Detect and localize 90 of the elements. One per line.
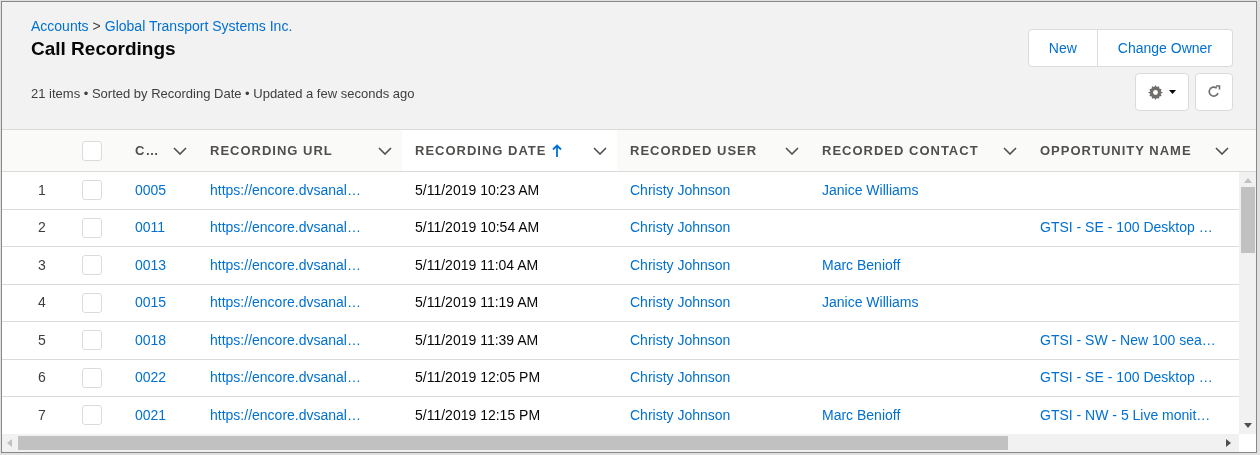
table-link[interactable]: Christy Johnson (630, 181, 731, 198)
table-cell: 5/11/2019 10:23 AM (415, 181, 540, 198)
sort-ascending-icon (552, 144, 563, 157)
table-link[interactable]: https://encore.dvsanal… (210, 331, 361, 348)
table-link[interactable]: Christy Johnson (630, 331, 731, 348)
row-number: 6 (37, 368, 47, 388)
scroll-left-icon[interactable] (7, 439, 12, 447)
table-link[interactable]: GTSI - SW - New 100 sea… (1040, 331, 1216, 348)
settings-menu-button[interactable] (1135, 73, 1189, 111)
table-link[interactable]: 0005 (135, 181, 167, 198)
chevron-down-icon[interactable] (173, 146, 187, 155)
breadcrumb-separator: > (92, 17, 101, 36)
table-link[interactable]: Christy Johnson (630, 219, 731, 236)
table-link[interactable]: Janice Williams (822, 294, 919, 311)
checkbox[interactable] (82, 330, 102, 351)
caret-icon (1169, 90, 1176, 94)
table-link[interactable]: Marc Benioff (822, 406, 901, 423)
table-link[interactable]: Christy Johnson (630, 369, 731, 386)
page-title: Call Recordings (31, 37, 177, 61)
column-header[interactable]: RECORDED USER (617, 130, 809, 171)
column-header[interactable]: C… (122, 130, 197, 171)
checkbox[interactable] (82, 255, 102, 276)
table-cell: 5/11/2019 10:54 AM (415, 219, 540, 236)
breadcrumb-link[interactable]: Accounts (31, 16, 89, 37)
table-link[interactable]: 0013 (135, 256, 167, 273)
row-number: 4 (37, 293, 47, 313)
row-number: 7 (37, 405, 47, 425)
table-link[interactable]: 0011 (135, 219, 166, 236)
scroll-down-icon[interactable] (1243, 423, 1252, 428)
table-link[interactable]: Janice Williams (822, 181, 919, 198)
table-link[interactable]: Christy Johnson (630, 294, 731, 311)
row-number: 3 (37, 255, 47, 275)
chevron-down-icon[interactable] (785, 146, 799, 155)
table-link[interactable]: https://encore.dvsanal… (210, 256, 361, 273)
vertical-scrollbar[interactable] (1239, 172, 1256, 434)
row-number: 2 (37, 218, 47, 238)
table-link[interactable]: GTSI - NW - 5 Live monit… (1040, 406, 1211, 423)
breadcrumb-link[interactable]: Global Transport Systems Inc. (104, 16, 293, 37)
table-cell: 5/11/2019 11:04 AM (415, 256, 539, 273)
column-header[interactable]: RECORDED CONTACT (809, 130, 1027, 171)
table-cell: 5/11/2019 12:15 PM (415, 406, 541, 423)
chevron-down-icon[interactable] (378, 146, 392, 155)
table-link[interactable]: https://encore.dvsanal… (210, 219, 361, 236)
table-link[interactable]: 0015 (135, 294, 167, 311)
row-number: 1 (37, 180, 47, 200)
action-button[interactable]: New (1027, 29, 1098, 67)
table-cell: 5/11/2019 12:05 PM (415, 369, 541, 386)
checkbox[interactable] (82, 292, 102, 313)
action-button[interactable]: Change Owner (1097, 29, 1233, 67)
column-label: RECORDED CONTACT (822, 141, 979, 160)
column-header[interactable]: RECORDING URL (197, 130, 402, 171)
table-link[interactable]: https://encore.dvsanal… (210, 406, 361, 423)
table-link[interactable]: Christy Johnson (630, 256, 731, 273)
horizontal-scrollbar[interactable] (2, 434, 1239, 452)
column-label: OPPORTUNITY NAME (1040, 141, 1192, 160)
scroll-right-icon[interactable] (1226, 439, 1231, 447)
table-link[interactable]: https://encore.dvsanal… (210, 294, 361, 311)
column-label: RECORDING DATE (415, 141, 547, 160)
chevron-down-icon[interactable] (1003, 146, 1017, 155)
table-link[interactable]: GTSI - SE - 100 Desktop … (1040, 369, 1213, 386)
column-header[interactable]: RECORDING DATE (402, 130, 617, 171)
scrollbar-thumb[interactable] (1240, 187, 1255, 253)
checkbox[interactable] (82, 367, 102, 388)
table-cell: 5/11/2019 11:19 AM (415, 294, 539, 311)
column-header[interactable]: OPPORTUNITY NAME (1027, 130, 1239, 171)
column-label: RECORDED USER (630, 141, 758, 160)
table-link[interactable]: 0022 (135, 369, 167, 386)
table-link[interactable]: https://encore.dvsanal… (210, 181, 361, 198)
table-link[interactable]: Christy Johnson (630, 406, 731, 423)
column-label: RECORDING URL (210, 141, 333, 160)
column-label: C… (135, 141, 160, 160)
settings-icon (1148, 84, 1163, 100)
table-link[interactable]: Marc Benioff (822, 256, 901, 273)
checkbox[interactable] (82, 217, 102, 238)
refresh-button[interactable] (1195, 73, 1233, 111)
scroll-up-icon[interactable] (1243, 178, 1252, 183)
checkbox[interactable] (82, 140, 102, 161)
table-cell: 5/11/2019 11:39 AM (415, 331, 539, 348)
table-link[interactable]: GTSI - SE - 100 Desktop … (1040, 219, 1213, 236)
scrollbar-thumb[interactable] (18, 436, 1008, 450)
chevron-down-icon[interactable] (593, 146, 607, 155)
table-link[interactable]: https://encore.dvsanal… (210, 369, 361, 386)
table-link[interactable]: 0018 (135, 331, 167, 348)
chevron-down-icon[interactable] (1215, 146, 1229, 155)
checkbox[interactable] (82, 405, 102, 426)
list-summary: 21 items • Sorted by Recording Date • Updated a few seconds ago (31, 85, 415, 103)
row-number: 5 (37, 330, 47, 350)
refresh-icon (1207, 85, 1221, 99)
checkbox[interactable] (82, 180, 102, 201)
table-link[interactable]: 0021 (135, 406, 167, 423)
